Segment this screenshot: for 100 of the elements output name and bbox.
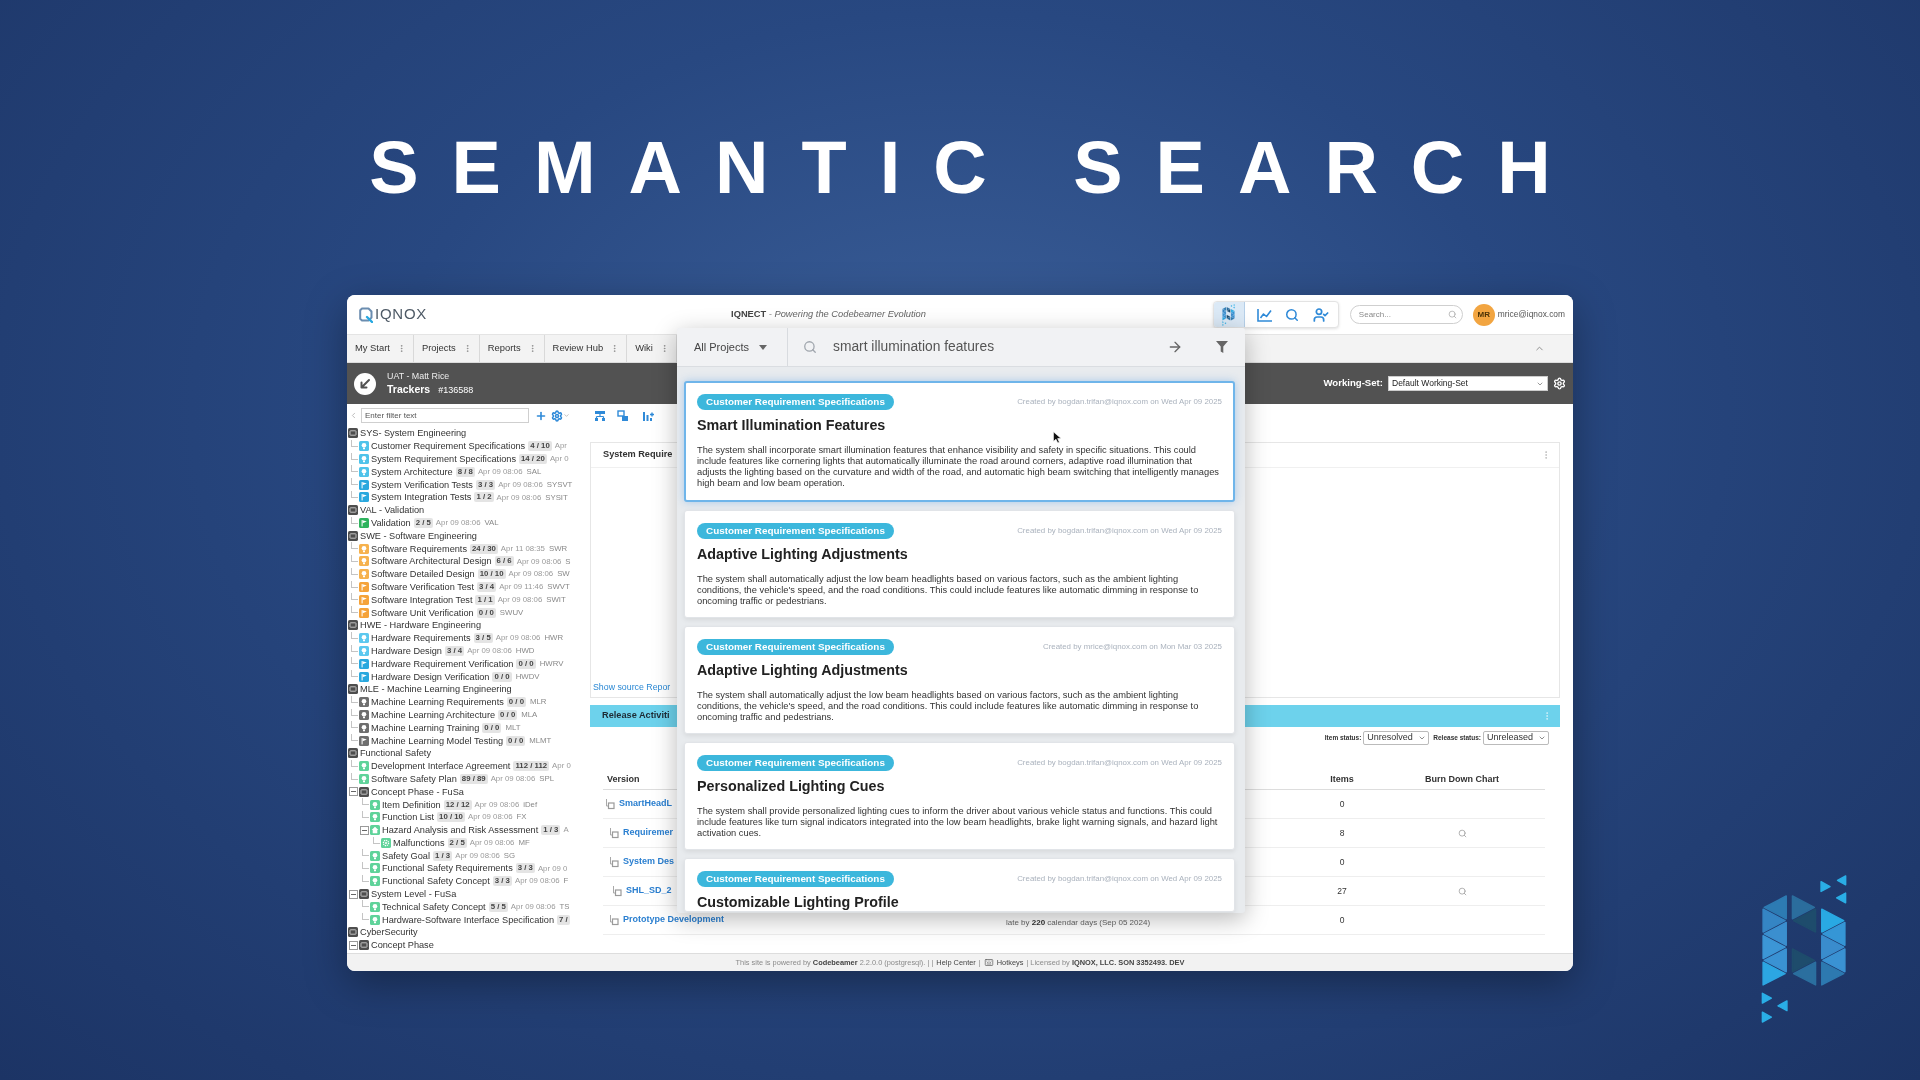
hierarchy-icon[interactable] bbox=[594, 409, 606, 422]
user-avatar[interactable]: MR bbox=[1472, 303, 1495, 326]
tree-group-label[interactable]: System Level - FuSa bbox=[371, 888, 457, 901]
tracker-link[interactable]: Function List bbox=[382, 811, 435, 824]
line-chart-icon[interactable] bbox=[1256, 307, 1273, 322]
tracker-link[interactable]: Software Unit Verification bbox=[371, 606, 474, 619]
tracker-link[interactable]: Development Interface Agreement bbox=[371, 760, 511, 773]
items-value: 0 bbox=[1339, 913, 1345, 927]
tracker-link[interactable]: Hardware Design Verification bbox=[371, 670, 490, 683]
version-link[interactable]: Requiremer bbox=[623, 826, 674, 840]
tracker-link[interactable]: Software Detailed Design bbox=[371, 568, 475, 581]
site-search-field[interactable]: Search... bbox=[1349, 305, 1463, 324]
tree-group-label[interactable]: VAL - Validation bbox=[360, 504, 425, 517]
result-title: Customizable Lighting Profile bbox=[697, 893, 900, 911]
search-icon[interactable] bbox=[1284, 307, 1299, 322]
tracker-link[interactable]: Software Integration Test bbox=[371, 593, 473, 606]
release-status-select[interactable]: Unreleased bbox=[1483, 730, 1549, 745]
group-icon bbox=[348, 505, 358, 516]
working-set-select[interactable]: Default Working-Set bbox=[1388, 376, 1548, 391]
result-title: Adaptive Lighting Adjustments bbox=[697, 661, 909, 679]
tracker-link[interactable]: Hardware Requirements bbox=[371, 632, 471, 645]
tracker-link[interactable]: Item Definition bbox=[382, 798, 441, 811]
tree-group-label[interactable]: MLE - Machine Learning Engineering bbox=[360, 683, 512, 696]
collapse-toggle-icon[interactable] bbox=[360, 825, 369, 835]
tracker-link[interactable]: Customer Requirement Specifications bbox=[371, 440, 526, 453]
column-header: Burn Down Chart bbox=[1425, 772, 1499, 786]
search-icon bbox=[1447, 310, 1457, 319]
query-field[interactable]: smart illumination features bbox=[788, 328, 1151, 366]
release-icon bbox=[605, 798, 615, 810]
tracker-link[interactable]: Validation bbox=[371, 516, 411, 529]
tracker-link[interactable]: Machine Learning Requirements bbox=[371, 696, 504, 709]
tree-group-label[interactable]: Functional Safety bbox=[360, 747, 431, 760]
tracker-link[interactable]: Safety Goal bbox=[382, 849, 430, 862]
tracker-link[interactable]: Software Verification Test bbox=[371, 580, 474, 593]
release-title: Release Activiti bbox=[602, 709, 670, 723]
triangle-logo-icon bbox=[1221, 303, 1237, 326]
tracker-tag: Customer Requirement Specifications bbox=[697, 639, 894, 655]
tracker-link[interactable]: Software Architectural Design bbox=[371, 555, 492, 568]
version-link[interactable]: Prototype Development bbox=[623, 913, 725, 927]
filter-field[interactable]: Enter filter text bbox=[361, 408, 529, 423]
nav-tab[interactable]: Wiki bbox=[635, 341, 653, 356]
tracker-link[interactable]: Machine Learning Model Testing bbox=[371, 734, 504, 747]
group-icon bbox=[348, 684, 358, 695]
magnifier-icon[interactable] bbox=[1457, 828, 1467, 838]
collapse-toggle-icon[interactable] bbox=[349, 940, 358, 950]
scope-dropdown[interactable]: All Projects bbox=[677, 328, 788, 366]
add-icon[interactable] bbox=[535, 409, 547, 422]
user-email[interactable]: mrice@iqnox.com bbox=[1497, 308, 1565, 321]
magnifier-icon[interactable] bbox=[1457, 886, 1467, 896]
item-status-select[interactable]: Unresolved bbox=[1363, 730, 1430, 745]
tracker-link[interactable]: Malfunctions bbox=[393, 836, 445, 849]
group-icon bbox=[359, 940, 369, 951]
app-switcher-button[interactable] bbox=[1213, 302, 1245, 327]
tracker-link[interactable]: Machine Learning Training bbox=[371, 721, 480, 734]
nav-tab[interactable]: Projects bbox=[421, 341, 456, 356]
tracker-link[interactable]: Functional Safety Concept bbox=[382, 875, 490, 888]
column-header: Version bbox=[607, 772, 640, 786]
version-link[interactable]: SmartHeadL bbox=[619, 797, 672, 811]
tracker-link[interactable]: System Verification Tests bbox=[371, 478, 473, 491]
settings-icon[interactable] bbox=[551, 409, 563, 422]
tracker-link[interactable]: Machine Learning Architecture bbox=[371, 708, 496, 721]
tracker-link[interactable]: Functional Safety Requirements bbox=[382, 862, 513, 875]
tree-group-label[interactable]: Concept Phase bbox=[371, 939, 434, 952]
group-icon bbox=[348, 748, 358, 759]
tree-group-label[interactable]: Concept Phase - FuSa bbox=[371, 785, 464, 798]
tracker-link[interactable]: Technical Safety Concept bbox=[382, 900, 486, 913]
search-icon bbox=[803, 340, 817, 354]
arrow-circle-icon[interactable] bbox=[354, 372, 376, 395]
tree-group-label[interactable]: CyberSecurity bbox=[360, 926, 418, 939]
result-card[interactable] bbox=[684, 381, 1235, 502]
tracker-link[interactable]: Software Safety Plan bbox=[371, 772, 457, 785]
tree-view-icon[interactable] bbox=[617, 409, 629, 422]
nav-tab[interactable]: My Start bbox=[355, 341, 390, 356]
result-title: Smart Illumination Features bbox=[697, 416, 887, 434]
collapse-toggle-icon[interactable] bbox=[349, 787, 358, 797]
tracker-link[interactable]: System Integration Tests bbox=[371, 491, 472, 504]
release-icon bbox=[612, 885, 622, 897]
version-link[interactable]: System Des bbox=[623, 855, 675, 869]
tracker-link[interactable]: System Architecture bbox=[371, 465, 453, 478]
tracker-link[interactable]: System Requirement Specifications bbox=[371, 453, 517, 465]
source-report-link[interactable]: Show source Repor bbox=[593, 680, 671, 694]
tracker-link[interactable]: Hardware Design bbox=[371, 644, 442, 657]
nav-tab[interactable]: Review Hub bbox=[552, 341, 604, 356]
tree-group-label[interactable]: SYS- System Engineering bbox=[360, 427, 467, 440]
logo-text: IQNOX bbox=[375, 304, 428, 325]
tree-group-label[interactable]: SWE - Software Engineering bbox=[360, 529, 477, 542]
collapse-toggle-icon[interactable] bbox=[349, 889, 358, 899]
tracker-tag: Customer Requirement Specifications bbox=[697, 523, 894, 539]
filter-icon bbox=[1216, 341, 1228, 353]
user-check-icon[interactable] bbox=[1312, 306, 1329, 323]
tracker-link[interactable]: Software Requirements bbox=[371, 542, 467, 555]
tree-group-label[interactable]: HWE - Hardware Engineering bbox=[360, 619, 482, 632]
tracker-link[interactable]: Hardware-Software Interface Specification bbox=[382, 913, 555, 926]
bar-chart-icon[interactable] bbox=[642, 409, 654, 422]
tracker-link[interactable]: Hardware Requirement Verification bbox=[371, 657, 514, 670]
project-name: UAT - Matt Rice bbox=[387, 369, 451, 382]
tracker-link[interactable]: Hazard Analysis and Risk Assessment bbox=[382, 824, 539, 837]
release-icon bbox=[609, 856, 619, 868]
version-link[interactable]: SHL_SD_2 bbox=[626, 884, 672, 898]
nav-tab[interactable]: Reports bbox=[487, 341, 521, 356]
